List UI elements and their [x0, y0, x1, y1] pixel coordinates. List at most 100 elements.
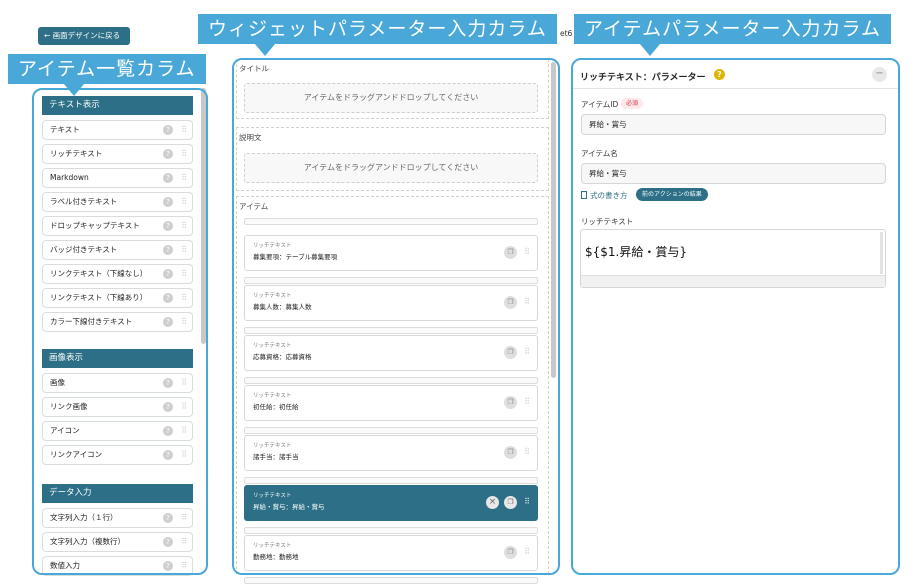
card-type-label: リッチテキスト — [253, 493, 292, 499]
title-drop-zone[interactable]: アイテムをドラッグアンドドロップしてください — [244, 83, 538, 113]
item-list-entry[interactable]: リンクアイコン? ⠿ — [42, 445, 193, 465]
item-list-entry[interactable]: リッチテキスト? ⠿ — [42, 144, 193, 164]
widget-item-card[interactable]: リッチテキスト 勤務地：勤務地 ❐ ⠿ — [244, 535, 538, 571]
item-id-input[interactable]: 昇給・賞与 — [581, 114, 886, 135]
document-icon — [581, 191, 587, 199]
help-icon[interactable]: ? — [163, 221, 173, 231]
drag-handle-icon[interactable]: ⠿ — [524, 447, 530, 456]
drag-handle-icon[interactable]: ⠿ — [524, 297, 530, 306]
required-badge: 必須 — [621, 98, 644, 109]
copy-icon[interactable]: ❐ — [504, 546, 517, 559]
card-type-label: リッチテキスト — [253, 443, 292, 449]
item-name-input[interactable]: 昇給・賞与 — [581, 163, 886, 184]
help-icon[interactable]: ? — [163, 125, 173, 135]
help-icon[interactable]: ? — [163, 197, 173, 207]
drag-handle-icon[interactable]: ⠿ — [181, 197, 187, 207]
drag-handle-icon[interactable]: ⠿ — [524, 547, 530, 556]
drop-spacer[interactable] — [244, 427, 538, 434]
drag-handle-icon[interactable]: ⠿ — [181, 125, 187, 135]
widget-item-card[interactable]: リッチテキスト 募集人数：募集人数 ❐ ⠿ — [244, 285, 538, 321]
help-icon[interactable]: ? — [163, 513, 173, 523]
item-list-entry[interactable]: リンク画像? ⠿ — [42, 397, 193, 417]
drag-handle-icon[interactable]: ⠿ — [181, 245, 187, 255]
help-icon[interactable]: ? — [163, 245, 173, 255]
help-icon[interactable]: ? — [163, 378, 173, 388]
drag-handle-icon[interactable]: ⠿ — [181, 402, 187, 412]
drop-spacer[interactable] — [244, 377, 538, 384]
help-icon[interactable]: ? — [163, 426, 173, 436]
drag-handle-icon[interactable]: ⠿ — [181, 378, 187, 388]
card-name-label: 初任給：初任給 — [253, 403, 299, 411]
item-list-entry[interactable]: リンクテキスト（下線あり）? ⠿ — [42, 288, 193, 308]
drag-handle-icon[interactable]: ⠿ — [181, 317, 187, 327]
drop-spacer[interactable] — [244, 218, 538, 225]
item-list-entry[interactable]: バッジ付きテキスト? ⠿ — [42, 240, 193, 260]
card-type-label: リッチテキスト — [253, 393, 292, 399]
copy-icon[interactable]: ❐ — [504, 296, 517, 309]
remove-icon[interactable]: × — [486, 496, 499, 509]
item-list-entry[interactable]: リンクテキスト（下線なし）? ⠿ — [42, 264, 193, 284]
item-list-entry[interactable]: 画像? ⠿ — [42, 373, 193, 393]
help-icon[interactable]: ? — [163, 269, 173, 279]
drop-spacer[interactable] — [244, 327, 538, 334]
drop-spacer[interactable] — [244, 527, 538, 534]
drag-handle-icon[interactable]: ⠿ — [524, 347, 530, 356]
drop-spacer[interactable] — [244, 277, 538, 284]
help-icon[interactable]: ? — [163, 149, 173, 159]
drag-handle-icon[interactable]: ⠿ — [181, 537, 187, 547]
drag-handle-icon[interactable]: ⠿ — [181, 513, 187, 523]
card-type-label: リッチテキスト — [253, 293, 292, 299]
collapse-icon[interactable]: − — [872, 67, 887, 82]
formula-help-link[interactable]: 式の書き方 — [581, 190, 628, 201]
item-list-entry[interactable]: Markdown? ⠿ — [42, 168, 193, 188]
item-list-entry-label: リンクテキスト（下線あり） — [50, 293, 148, 302]
item-list-entry[interactable]: テキスト? ⠿ — [42, 120, 193, 140]
item-list-scrollbar[interactable] — [201, 88, 206, 344]
copy-icon[interactable]: ❐ — [504, 346, 517, 359]
item-list-entry[interactable]: ドロップキャップテキスト? ⠿ — [42, 216, 193, 236]
widget-item-card[interactable]: リッチテキスト 諸手当：諸手当 ❐ ⠿ — [244, 435, 538, 471]
copy-icon[interactable]: ❐ — [504, 446, 517, 459]
item-list-entry[interactable]: ラベル付きテキスト? ⠿ — [42, 192, 193, 212]
rich-text-editor-scrollbar[interactable] — [880, 232, 883, 274]
widget-item-card[interactable]: リッチテキスト 応募資格：応募資格 ❐ ⠿ — [244, 335, 538, 371]
help-icon[interactable]: ? — [163, 537, 173, 547]
copy-icon[interactable]: ❐ — [504, 496, 517, 509]
back-to-screen-design-button[interactable]: ← 画面デザインに戻る — [38, 27, 130, 45]
drag-handle-icon[interactable]: ⠿ — [524, 497, 530, 506]
item-list-entry[interactable]: 文字列入力（複数行）? ⠿ — [42, 532, 193, 552]
widget-param-scrollbar[interactable] — [551, 62, 556, 378]
drag-handle-icon[interactable]: ⠿ — [181, 269, 187, 279]
drag-handle-icon[interactable]: ⠿ — [181, 221, 187, 231]
item-list-entry[interactable]: カラー下線付きテキスト? ⠿ — [42, 312, 193, 332]
copy-icon[interactable]: ❐ — [504, 396, 517, 409]
help-icon[interactable]: ? — [163, 561, 173, 571]
help-icon[interactable]: ? — [163, 402, 173, 412]
help-icon[interactable]: ? — [163, 293, 173, 303]
copy-icon[interactable]: ❐ — [504, 246, 517, 259]
drag-handle-icon[interactable]: ⠿ — [181, 426, 187, 436]
item-list-entry[interactable]: アイコン? ⠿ — [42, 421, 193, 441]
param-title: リッチテキスト：パラメーター — [580, 73, 706, 83]
previous-action-result-button[interactable]: 前のアクションの結果 — [636, 188, 708, 201]
widget-item-card[interactable]: リッチテキスト 募集要項：テーブル募集要項 ❐ ⠿ — [244, 235, 538, 271]
item-list-entry[interactable]: 文字列入力（１行）? ⠿ — [42, 508, 193, 528]
drag-handle-icon[interactable]: ⠿ — [181, 450, 187, 460]
drag-handle-icon[interactable]: ⠿ — [181, 293, 187, 303]
help-icon[interactable]: ? — [163, 173, 173, 183]
help-icon[interactable]: ? — [163, 450, 173, 460]
param-help-icon[interactable]: ? — [714, 69, 725, 80]
drag-handle-icon[interactable]: ⠿ — [181, 173, 187, 183]
drop-spacer[interactable] — [244, 477, 538, 484]
help-icon[interactable]: ? — [163, 317, 173, 327]
drag-handle-icon[interactable]: ⠿ — [181, 149, 187, 159]
drag-handle-icon[interactable]: ⠿ — [181, 561, 187, 571]
drop-spacer[interactable] — [244, 577, 538, 584]
description-drop-zone[interactable]: アイテムをドラッグアンドドロップしてください — [244, 153, 538, 183]
widget-item-card[interactable]: リッチテキスト初任給：初任給 ❐ ⠿ — [244, 385, 538, 421]
drag-handle-icon[interactable]: ⠿ — [524, 247, 530, 256]
rich-text-editor[interactable]: ${$1.昇給・賞与} — [580, 229, 886, 288]
item-list-entry[interactable]: 数値入力? ⠿ — [42, 556, 193, 576]
drag-handle-icon[interactable]: ⠿ — [524, 397, 530, 406]
widget-item-card-selected[interactable]: リッチテキスト 昇給・賞与：昇給・賞与 × ❐ ⠿ — [244, 485, 538, 521]
